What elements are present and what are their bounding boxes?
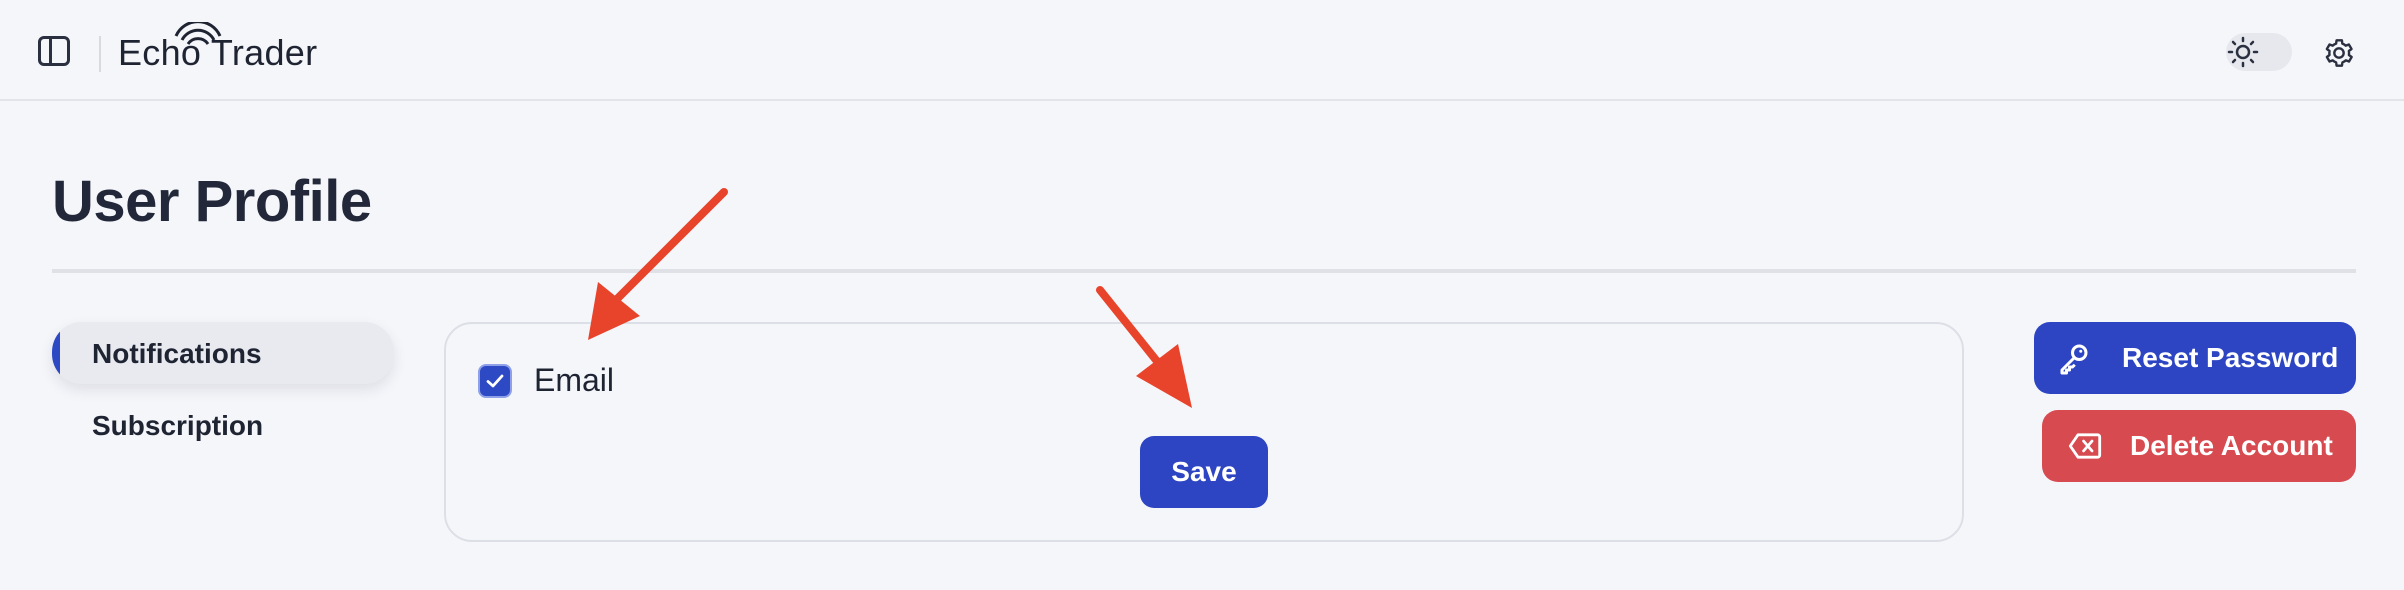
email-label: Email <box>534 362 615 398</box>
sidebar-item-subscription[interactable]: Subscription <box>52 400 394 452</box>
page-title: User Profile <box>52 169 372 234</box>
sidebar-item-label: Subscription <box>92 410 264 441</box>
notifications-panel <box>444 322 1964 542</box>
title-divider <box>52 269 2356 273</box>
theme-toggle[interactable] <box>2226 33 2292 71</box>
app-logo[interactable]: Echo Trader <box>118 22 317 76</box>
arrow-to-email <box>588 188 728 340</box>
checkmark-icon <box>486 374 504 388</box>
reset-password-button[interactable]: Reset Password <box>2034 322 2356 394</box>
backspace-icon <box>2068 433 2102 459</box>
save-button[interactable]: Save <box>1140 436 1268 508</box>
gear-icon[interactable] <box>2323 37 2355 69</box>
delete-account-label: Delete Account <box>2130 430 2333 461</box>
top-bar: Echo Trader <box>0 0 2404 101</box>
sidebar-item-notifications[interactable]: Notifications <box>52 322 394 384</box>
sidebar-toggle-icon[interactable] <box>38 36 70 66</box>
delete-account-button[interactable]: Delete Account <box>2042 410 2356 482</box>
sun-icon <box>2227 36 2259 68</box>
header-divider <box>99 36 101 72</box>
reset-password-label: Reset Password <box>2122 342 2339 373</box>
signal-icon <box>174 22 222 45</box>
key-icon <box>2060 344 2088 375</box>
sidebar-item-label: Notifications <box>92 338 262 369</box>
email-checkbox[interactable] <box>478 364 512 398</box>
